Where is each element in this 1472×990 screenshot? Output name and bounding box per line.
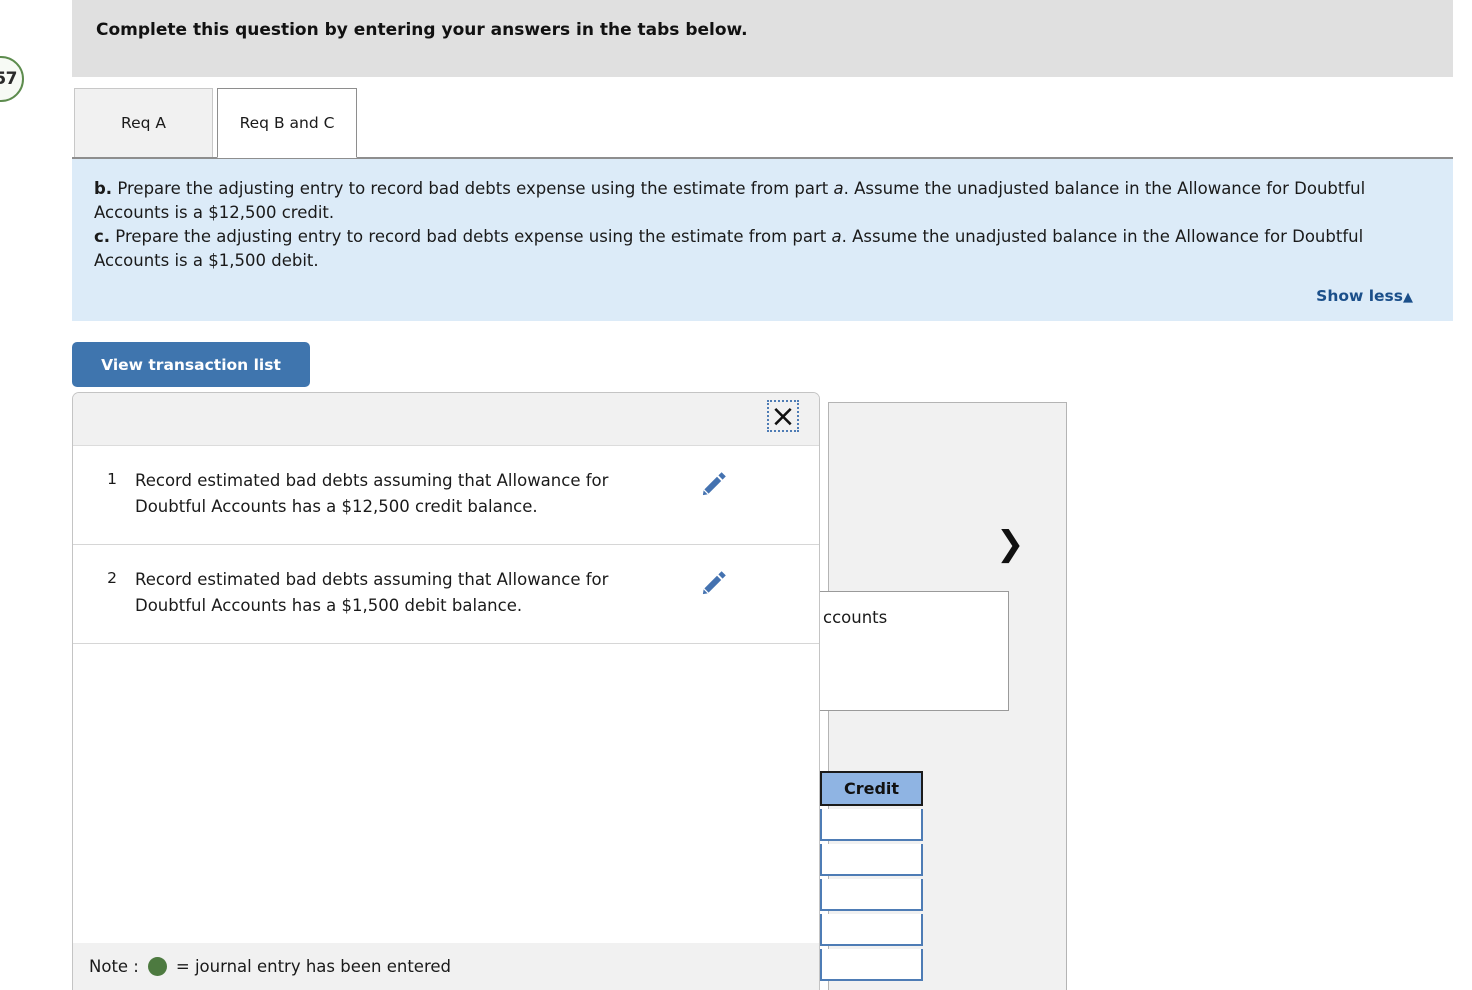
requirement-panel: b. Prepare the adjusting entry to record…	[72, 159, 1453, 321]
question-number-badge: 57	[0, 56, 24, 102]
credit-cell-4[interactable]	[820, 914, 923, 946]
transaction-list: 1 Record estimated bad debts assuming th…	[73, 446, 819, 684]
requirement-b-text-1: Prepare the adjusting entry to record ba…	[112, 179, 834, 198]
requirement-c-italic: a	[831, 227, 842, 246]
credit-cell-1[interactable]	[820, 809, 923, 841]
instruction-bar: Complete this question by entering your …	[72, 0, 1453, 77]
popup-footer-note: Note : = journal entry has been entered	[73, 943, 819, 990]
tab-strip: Req A Req B and C	[72, 88, 1453, 160]
requirement-c-text-1: Prepare the adjusting entry to record ba…	[110, 227, 832, 246]
requirement-item-b: b. Prepare the adjusting entry to record…	[94, 177, 1431, 225]
transaction-description: Record estimated bad debts assuming that…	[135, 570, 609, 615]
table-row[interactable]: 2 Record estimated bad debts assuming th…	[73, 545, 819, 644]
note-label: Note :	[89, 957, 139, 976]
requirement-marker-b: b.	[94, 179, 113, 198]
requirement-item-c: c. Prepare the adjusting entry to record…	[94, 225, 1431, 273]
caret-up-icon: ▲	[1403, 290, 1413, 305]
instruction-text: Complete this question by entering your …	[96, 20, 748, 40]
transaction-list-popup: 1 Record estimated bad debts assuming th…	[72, 392, 820, 990]
popup-header	[73, 393, 819, 446]
transaction-index: 1	[107, 470, 117, 488]
requirement-marker-c: c.	[94, 227, 111, 246]
view-transaction-list-button[interactable]: View transaction list	[72, 342, 310, 387]
requirement-b-italic: a	[833, 179, 844, 198]
credit-column-header: Credit	[820, 771, 923, 806]
transaction-index: 2	[107, 569, 117, 587]
show-less-toggle[interactable]: Show less▲	[1316, 287, 1413, 305]
table-row[interactable]: 1 Record estimated bad debts assuming th…	[73, 446, 819, 545]
tab-req-b-and-c[interactable]: Req B and C	[217, 88, 357, 158]
view-transaction-list-label: View transaction list	[101, 355, 281, 374]
tab-req-b-and-c-label: Req B and C	[239, 114, 335, 132]
popup-notch-arrow	[106, 393, 140, 394]
pencil-icon[interactable]	[680, 567, 750, 595]
transaction-list-empty-space	[73, 644, 819, 684]
note-description: = journal entry has been entered	[175, 957, 452, 976]
credit-cell-5[interactable]	[820, 949, 923, 981]
green-dot-icon	[147, 957, 167, 976]
credit-column-table: Credit	[820, 771, 923, 981]
close-icon[interactable]	[767, 400, 799, 432]
pencil-icon[interactable]	[680, 468, 750, 496]
account-selector-text: ccounts	[823, 608, 888, 627]
tab-req-a[interactable]: Req A	[74, 88, 213, 158]
show-less-label: Show less	[1316, 287, 1403, 305]
chevron-right-icon[interactable]: ❯	[996, 527, 1025, 561]
transaction-description: Record estimated bad debts assuming that…	[135, 471, 609, 516]
question-number-label: 57	[0, 69, 17, 89]
tab-req-a-label: Req A	[121, 114, 166, 132]
credit-cell-2[interactable]	[820, 844, 923, 876]
credit-cell-3[interactable]	[820, 879, 923, 911]
